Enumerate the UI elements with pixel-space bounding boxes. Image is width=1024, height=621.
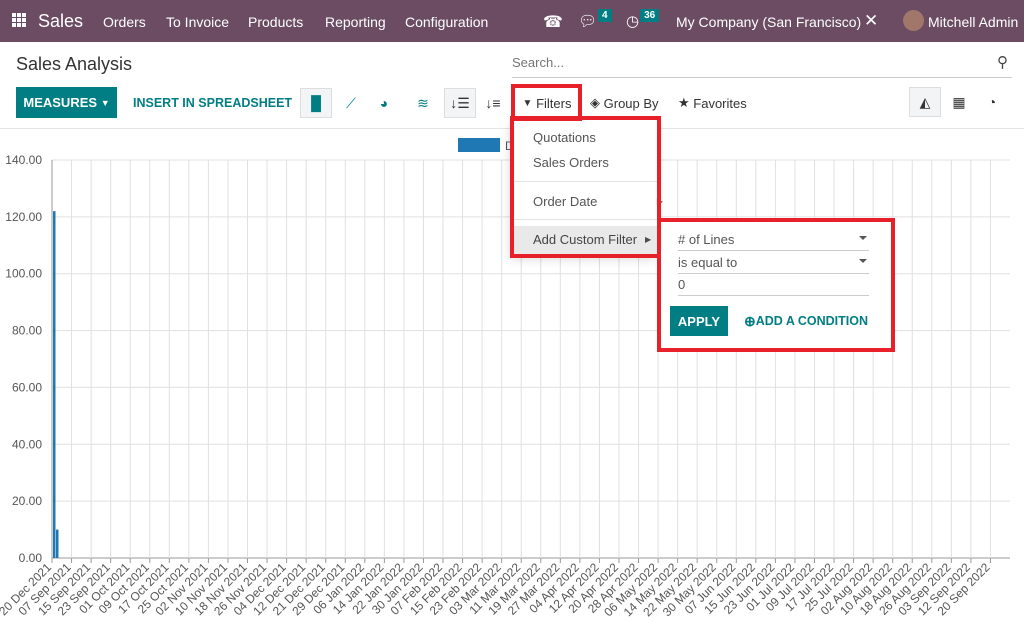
value-input[interactable]: 0 [678,272,869,296]
filter-add-custom[interactable]: Add Custom Filter ▶ [510,226,657,255]
filters-dropdown: Quotations Sales Orders Order Date ▶ Add … [510,118,663,255]
y-tick-label: 120.00 [5,210,42,224]
add-condition-label: ADD A CONDITION [755,314,868,328]
divider [510,181,657,182]
operator-select[interactable]: is equal to [678,250,869,274]
y-tick-label: 40.00 [12,437,42,451]
y-tick-label: 60.00 [12,380,42,394]
field-select[interactable]: # of Lines [678,227,869,251]
order-date-label: Order Date [533,194,598,209]
bar [53,211,56,558]
caret-down-icon [859,259,867,263]
value-text: 0 [678,277,686,292]
field-value: # of Lines [678,232,735,247]
caret-right-icon: ▶ [645,235,652,244]
plus-circle-icon: ⊕ [744,312,756,329]
caret-down-icon [859,236,867,240]
y-tick-label: 140.00 [5,153,42,167]
y-tick-label: 80.00 [12,324,42,338]
apply-button[interactable]: APPLY [670,306,728,336]
bar [56,529,59,558]
y-tick-label: 20.00 [12,494,42,508]
add-condition-button[interactable]: ⊕ ADD A CONDITION [744,306,868,336]
legend-swatch[interactable] [458,138,500,152]
caret-right-icon: ▶ [656,197,663,206]
add-custom-filter-label: Add Custom Filter [533,232,638,247]
divider [510,219,657,220]
custom-filter-panel: # of Lines is equal to 0 APPLY ⊕ ADD A CO… [659,220,892,350]
filter-order-date[interactable]: Order Date ▶ [533,194,663,209]
operator-value: is equal to [678,255,738,270]
y-tick-label: 100.00 [5,267,42,281]
filter-quotations[interactable]: Quotations [533,130,596,145]
y-tick-label: 0.00 [19,551,43,565]
filter-sales-orders[interactable]: Sales Orders [533,155,609,170]
